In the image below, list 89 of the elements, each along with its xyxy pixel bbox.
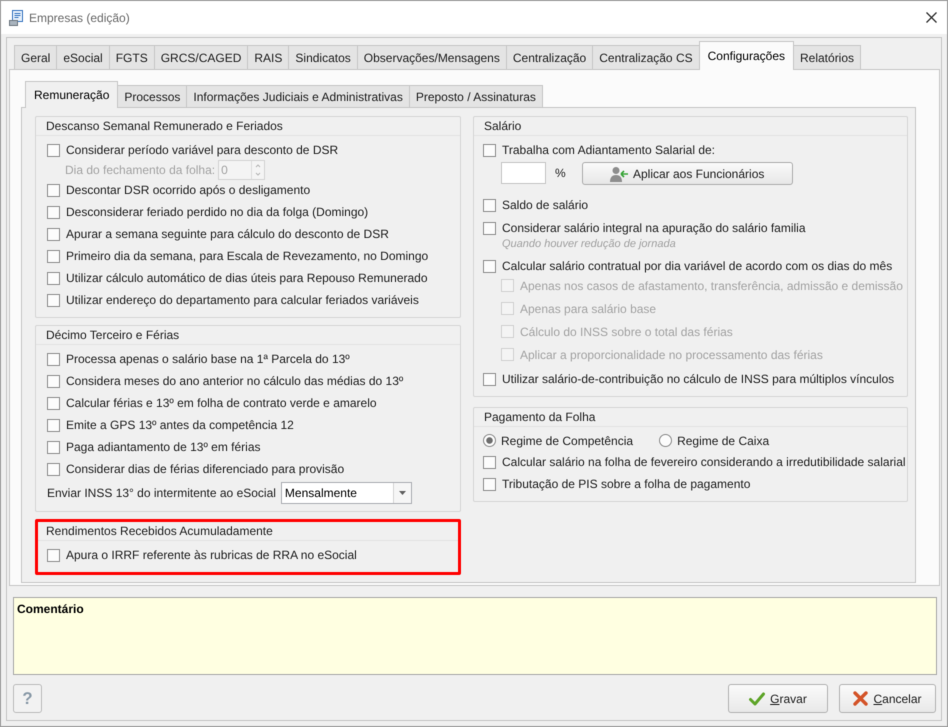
tab[interactable]: Informações Judiciais e Administrativas (186, 85, 410, 107)
caret-icon (398, 490, 406, 494)
checkbox[interactable] (47, 352, 60, 366)
radio-button[interactable] (659, 434, 672, 447)
checkbox[interactable] (47, 206, 60, 218)
checkbox-label: Considerar dias de férias diferenciado para provisão (66, 461, 344, 478)
group-title: Salário (484, 118, 522, 135)
hint-text: Quando houver redução de jornada (502, 237, 676, 251)
cancel-button[interactable]: Cancelar (839, 684, 936, 713)
checkbox-label: Apenas nos casos de afastamento, transferência, admissão e demissão (520, 278, 903, 294)
dropdown[interactable]: Mensalmente (280, 482, 412, 504)
checkbox[interactable] (47, 396, 60, 410)
save-button[interactable]: Gravar (728, 684, 828, 713)
tab[interactable]: Observações/Mensagens (356, 45, 507, 69)
tab[interactable]: GRCS/CAGED (154, 45, 248, 69)
close-icon (926, 12, 936, 23)
radio-button[interactable] (483, 434, 496, 447)
tab[interactable]: Preposto / Assinaturas (408, 85, 543, 107)
checkbox-label: Calcular férias e 13º em folha de contrato verde e amarelo (66, 395, 377, 412)
checkbox-label: Calcular salário contratual por dia variável de acordo com os dias do mês (502, 258, 892, 275)
tab[interactable]: Centralização CS (592, 45, 700, 69)
select-label: Enviar INSS 13° do intermitente ao eSocial (47, 484, 276, 502)
checkbox[interactable] (47, 374, 60, 388)
tab[interactable]: Configurações (698, 41, 794, 70)
radio-label: Regime de Competência (501, 432, 634, 450)
checkbox-label: Apenas para salário base (520, 300, 656, 318)
unit-label: % (555, 165, 566, 182)
check-icon (749, 692, 766, 706)
checkbox[interactable] (47, 144, 60, 156)
checkbox[interactable] (483, 222, 496, 234)
checkbox[interactable] (483, 372, 496, 386)
checkbox-label: Saldo de salário (502, 197, 588, 214)
checkbox-label: Processa apenas o salário base na 1ª Parcela do 13º (66, 351, 350, 368)
checkbox-label: Descontar DSR ocorrido após o desligamento (66, 182, 310, 199)
group-title: Rendimentos Recebidos Acumuladamente (46, 523, 273, 540)
comment-field[interactable]: Comentário (13, 597, 937, 675)
close-button[interactable] (925, 12, 937, 24)
window-title: Empresas (edição) (29, 10, 130, 26)
checkbox-label: Emite a GPS 13º antes da competência 12 (66, 417, 294, 434)
checkbox-label: Desconsiderar feriado perdido no dia da folga (Domingo) (66, 204, 368, 221)
person-arrow-icon (610, 166, 629, 182)
tab[interactable]: FGTS (108, 45, 155, 69)
checkbox[interactable] (483, 260, 496, 272)
checkbox-label: Utilizar salário-de-contribuição no cálculo de INSS para múltiplos vínculos (502, 371, 894, 388)
tab[interactable]: Centralização (506, 45, 594, 69)
tab[interactable]: Relatórios (793, 45, 862, 69)
apply-button[interactable]: Aplicar aos Funcionários (582, 162, 793, 185)
tab[interactable]: Geral (14, 45, 58, 69)
cross-icon (853, 691, 868, 706)
document-icon (9, 10, 25, 26)
checkbox-label: Utilizar endereço do departamento para calcular feriados variáveis (66, 292, 419, 309)
tab[interactable]: Remuneração (25, 81, 118, 108)
checkbox-label: Primeiro dia da semana, para Escala de Revezamento, no Domingo (66, 248, 428, 265)
checkbox[interactable] (47, 228, 60, 240)
checkbox-label: Aplicar a proporcionalidade no processamento das férias (520, 346, 823, 364)
checkbox[interactable] (47, 548, 60, 562)
checkbox[interactable] (47, 294, 60, 306)
checkbox[interactable] (483, 478, 496, 490)
comment-label: Comentário (17, 602, 84, 616)
checkbox-label: Calcular salário na folha de fevereiro considerando a irredutibilidade salarial (502, 454, 906, 471)
checkbox-label: Paga adiantamento de 13º em férias (66, 439, 261, 456)
tab[interactable]: eSocial (56, 45, 110, 69)
tab[interactable]: Processos (117, 85, 188, 107)
tab[interactable]: RAIS (247, 45, 290, 69)
checkbox-label: Cálculo do INSS sobre o total das férias (520, 324, 733, 340)
checkbox-label: Tributação de PIS sobre a folha de pagamento (502, 476, 750, 493)
checkbox-label: Utilizar cálculo automático de dias úteis para Repouso Remunerado (66, 270, 428, 287)
checkbox[interactable] (47, 462, 60, 476)
spinner-label: Dia do fechamento da folha: (65, 162, 216, 179)
checkbox-label: Considerar salário integral na apuração do salário familia (502, 220, 806, 237)
checkbox[interactable] (47, 440, 60, 454)
checkbox-label: Apurar a semana seguinte para cálculo do desconto de DSR (66, 226, 389, 243)
group-title: Pagamento da Folha (484, 409, 596, 426)
group-title: Descanso Semanal Remunerado e Feriados (46, 118, 283, 135)
checkbox[interactable] (483, 456, 496, 468)
checkbox[interactable] (483, 198, 496, 212)
percent-field[interactable] (501, 162, 546, 184)
checkbox-label: Apura o IRRF referente às rubricas de RRA no eSocial (66, 547, 357, 564)
tab[interactable]: Sindicatos (288, 45, 358, 69)
checkbox[interactable] (47, 250, 60, 262)
checkbox-label: Considera meses do ano anterior no cálculo das médias do 13º (66, 373, 404, 390)
checkbox[interactable] (483, 144, 496, 156)
checkbox[interactable] (47, 272, 60, 284)
group-title: Décimo Terceiro e Férias (46, 327, 180, 344)
checkbox[interactable] (47, 184, 60, 196)
checkbox[interactable] (47, 418, 60, 432)
checkbox-label: Trabalha com Adiantamento Salarial de: (502, 142, 716, 159)
checkbox-label: Considerar período variável para desconto de DSR (66, 142, 338, 159)
radio-label: Regime de Caixa (677, 432, 770, 450)
